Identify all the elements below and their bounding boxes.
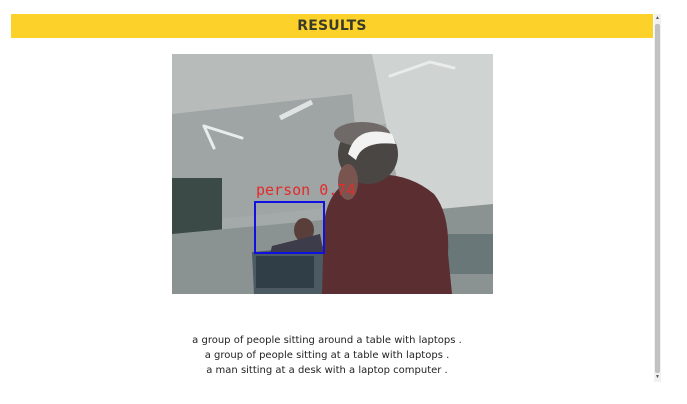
chevron-up-icon[interactable]: ▲ — [654, 14, 661, 23]
caption-item: a group of people sitting at a table wit… — [204, 350, 450, 361]
results-header: RESULTS — [11, 14, 653, 38]
results-page: RESULTS person 0.74 a group of people si… — [0, 0, 687, 404]
scrollbar-thumb[interactable] — [655, 24, 660, 373]
detection-result-image: person 0.74 — [172, 54, 493, 294]
chevron-down-icon[interactable]: ▼ — [654, 373, 661, 382]
caption-item: a man sitting at a desk with a laptop co… — [206, 365, 448, 376]
vertical-scrollbar[interactable]: ▲ ▼ — [654, 14, 661, 382]
caption-list: a group of people sitting around a table… — [0, 333, 654, 378]
caption-item: a group of people sitting around a table… — [192, 335, 462, 346]
detection-label: person 0.74 — [256, 181, 355, 199]
page-title: RESULTS — [297, 18, 367, 34]
